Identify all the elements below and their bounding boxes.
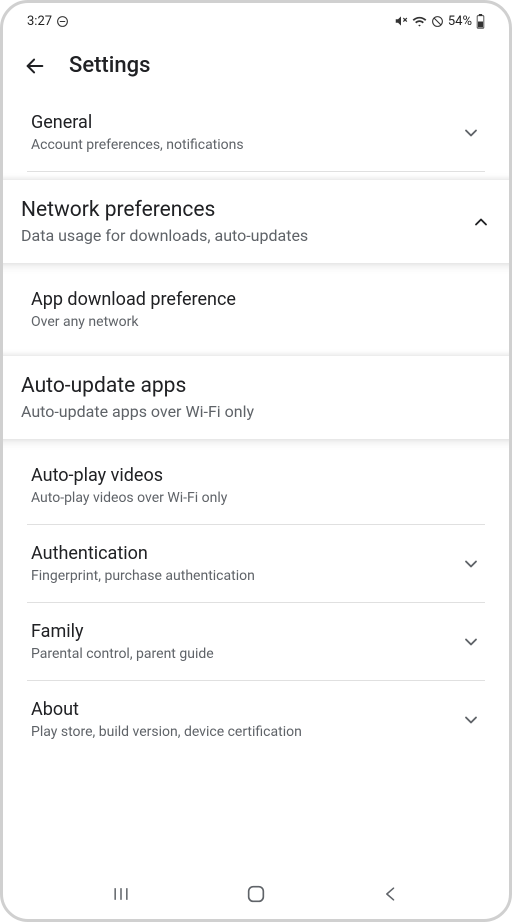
status-left: 3:27 <box>27 14 69 29</box>
about-subtitle: Play store, build version, device certif… <box>31 724 449 740</box>
auto-update-title: Auto-update apps <box>21 374 491 398</box>
status-time: 3:27 <box>27 14 52 29</box>
section-auto-update-apps[interactable]: Auto-update apps Auto-update apps over W… <box>0 356 512 439</box>
chevron-down-icon <box>461 710 481 730</box>
navigation-bar <box>3 869 509 919</box>
nav-recent-button[interactable] <box>108 881 134 907</box>
battery-icon <box>476 14 485 29</box>
auto-play-title: Auto-play videos <box>31 465 481 486</box>
settings-list: General Account preferences, notificatio… <box>3 88 509 758</box>
app-download-subtitle: Over any network <box>31 314 481 330</box>
chevron-down-icon <box>461 123 481 143</box>
section-family[interactable]: Family Parental control, parent guide <box>3 603 509 680</box>
auto-play-subtitle: Auto-play videos over Wi-Fi only <box>31 490 481 506</box>
auth-title: Authentication <box>31 543 449 564</box>
about-title: About <box>31 699 449 720</box>
section-general[interactable]: General Account preferences, notificatio… <box>3 88 509 171</box>
section-authentication[interactable]: Authentication Fingerprint, purchase aut… <box>3 525 509 602</box>
section-about[interactable]: About Play store, build version, device … <box>3 681 509 758</box>
family-title: Family <box>31 621 449 642</box>
page-title: Settings <box>69 53 150 78</box>
auth-subtitle: Fingerprint, purchase authentication <box>31 568 449 584</box>
auto-update-subtitle: Auto-update apps over Wi-Fi only <box>21 402 491 421</box>
battery-percent: 54% <box>448 14 472 29</box>
section-app-download-preference[interactable]: App download preference Over any network <box>3 271 509 348</box>
header: Settings <box>3 35 509 88</box>
nav-back-button[interactable] <box>378 881 404 907</box>
wifi-icon <box>412 14 427 29</box>
general-subtitle: Account preferences, notifications <box>31 137 449 153</box>
chevron-down-icon <box>461 554 481 574</box>
mute-icon <box>394 14 408 28</box>
section-auto-play-videos[interactable]: Auto-play videos Auto-play videos over W… <box>3 447 509 524</box>
section-network-preferences[interactable]: Network preferences Data usage for downl… <box>0 180 512 263</box>
family-subtitle: Parental control, parent guide <box>31 646 449 662</box>
chevron-up-icon <box>471 212 491 232</box>
general-title: General <box>31 112 449 133</box>
network-subtitle: Data usage for downloads, auto-updates <box>21 226 459 245</box>
status-bar: 3:27 54% <box>3 3 509 35</box>
chevron-down-icon <box>461 632 481 652</box>
dnd-icon <box>56 15 69 28</box>
status-right: 54% <box>394 14 485 29</box>
nav-home-button[interactable] <box>243 881 269 907</box>
no-data-icon <box>431 15 444 28</box>
network-title: Network preferences <box>21 198 459 222</box>
app-download-title: App download preference <box>31 289 481 310</box>
phone-frame: 3:27 54% Settings <box>0 0 512 922</box>
back-button[interactable] <box>23 54 47 78</box>
